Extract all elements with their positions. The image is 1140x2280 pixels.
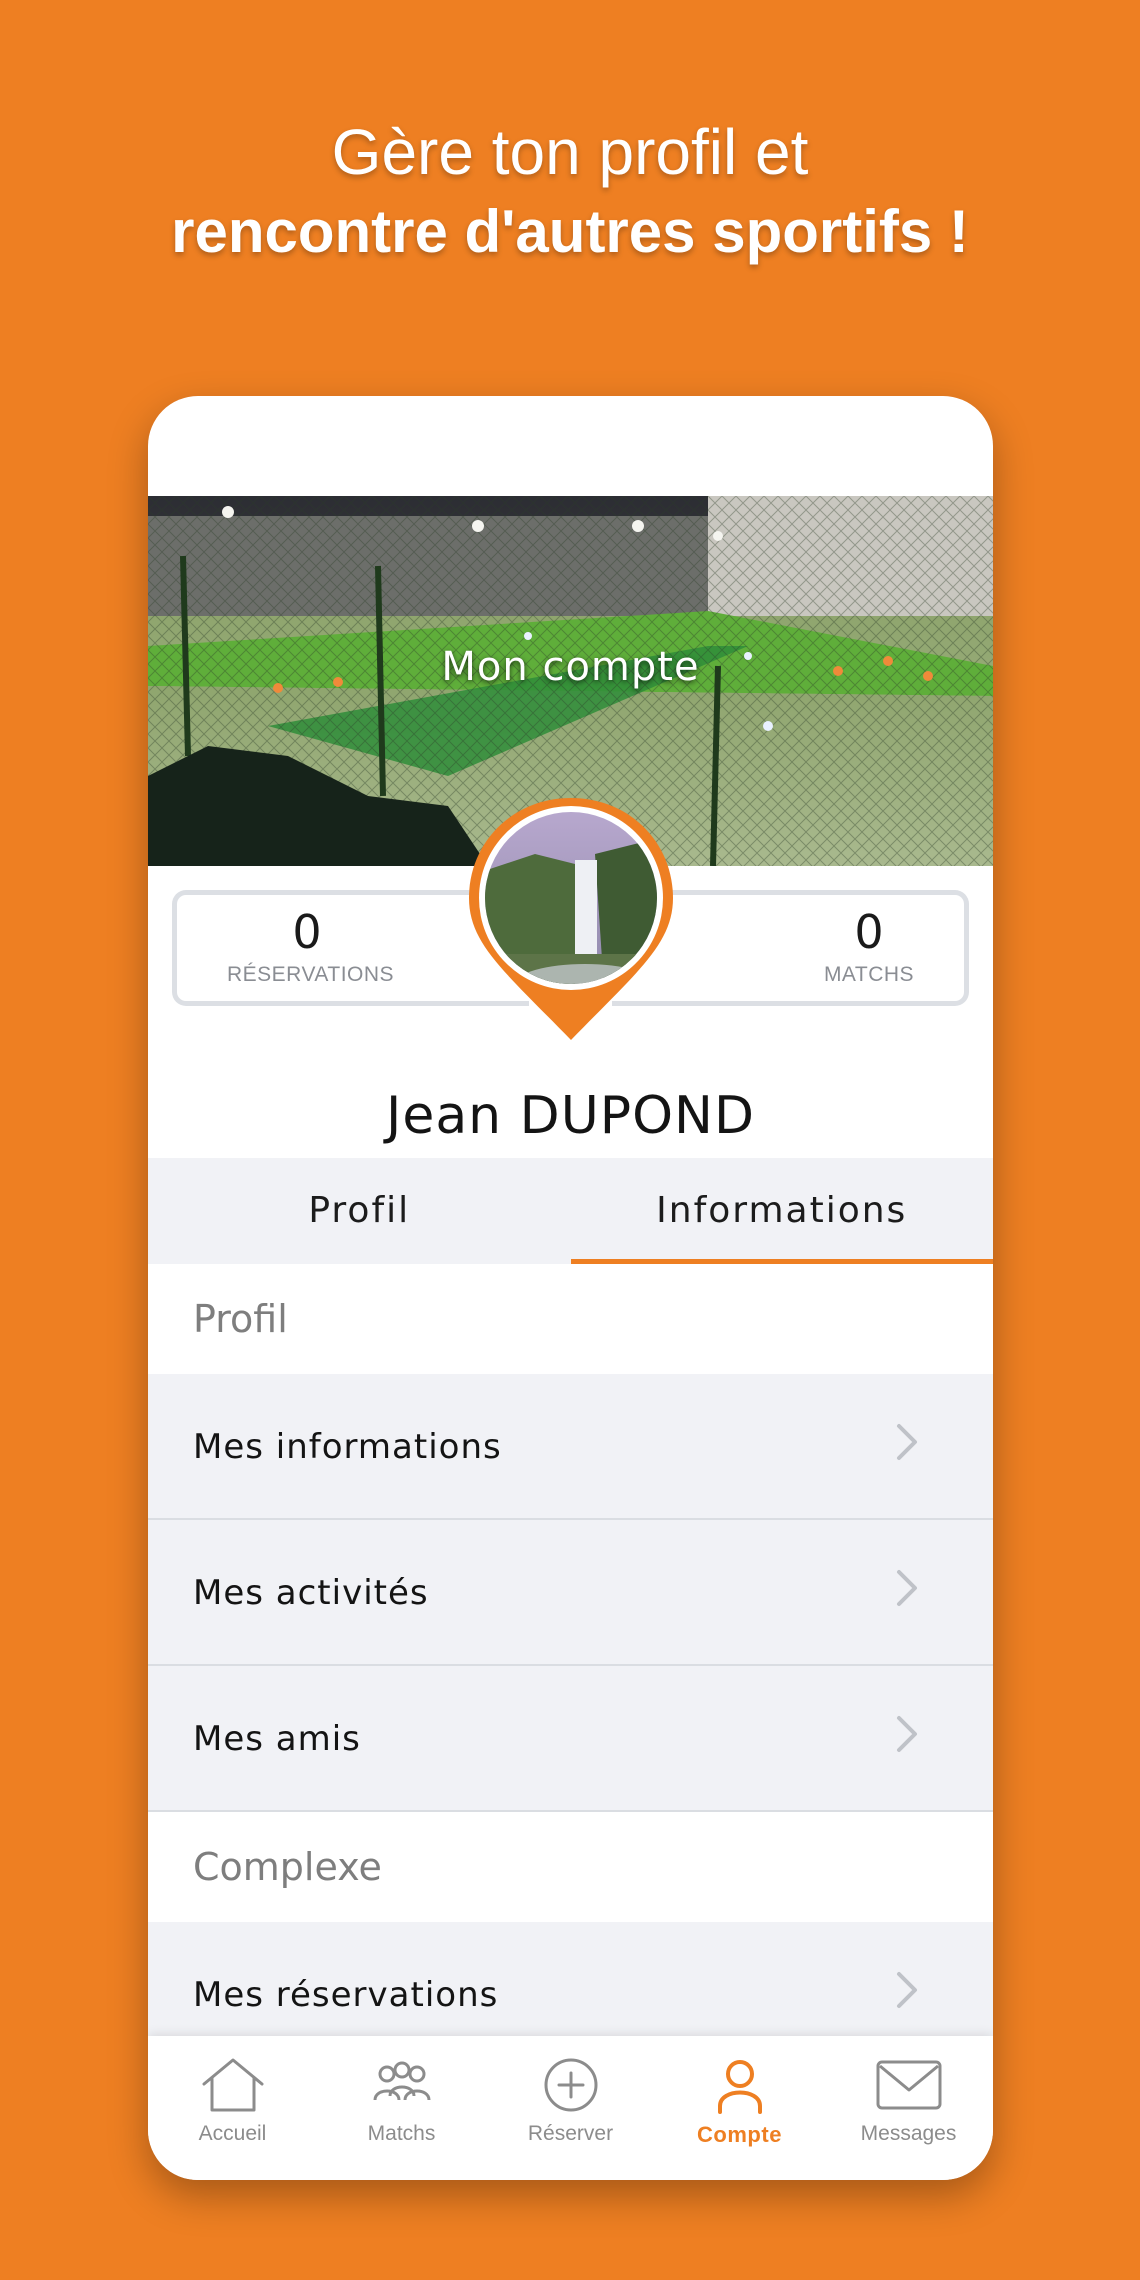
matchs-count: 0 — [854, 905, 884, 959]
tab-profil[interactable]: Profil — [148, 1158, 571, 1264]
nav-label: Messages — [860, 2122, 957, 2145]
bottom-navigation: Accueil Matchs Réserver Compte Messages — [148, 2036, 993, 2180]
matchs-label: MATCHS — [823, 963, 915, 986]
avatar[interactable] — [465, 794, 677, 1044]
phone-screen: Mon compte 0 RÉSERVATIONS 0 MATCHS Jean … — [148, 396, 993, 2180]
plus-circle-icon — [544, 2058, 597, 2112]
list-item-mes-activites[interactable]: Mes activités — [148, 1520, 993, 1666]
headline-line-1: Gère ton profil et — [331, 116, 809, 188]
nav-label: Matchs — [367, 2122, 436, 2145]
chevron-right-icon — [897, 1716, 917, 1752]
profile-tabs: Profil Informations — [148, 1158, 993, 1264]
tab-informations[interactable]: Informations — [570, 1158, 994, 1264]
chevron-right-icon — [897, 1424, 917, 1460]
promo-headline: Gère ton profil et rencontre d'autres sp… — [0, 112, 1140, 272]
nav-reserver[interactable]: Réserver — [486, 2036, 655, 2180]
chevron-right-icon — [897, 1570, 917, 1606]
nav-label: Accueil — [198, 2122, 267, 2145]
list-item-label: Mes amis — [193, 1719, 361, 1759]
nav-matchs[interactable]: Matchs — [317, 2036, 486, 2180]
envelope-icon — [876, 2060, 941, 2110]
page-title: Mon compte — [441, 644, 700, 690]
nav-label: Réserver — [527, 2122, 614, 2145]
reservations-label: RÉSERVATIONS — [227, 963, 395, 986]
section-header-profil: Profil — [148, 1264, 993, 1374]
home-icon — [202, 2058, 263, 2112]
reservations-count: 0 — [292, 905, 322, 959]
section-header-complexe: Complexe — [148, 1812, 993, 1922]
headline-line-2: rencontre d'autres sportifs ! — [171, 198, 969, 265]
user-full-name: Jean DUPOND — [148, 1086, 993, 1146]
nav-label: Compte — [697, 2122, 782, 2147]
user-last-name: DUPOND — [519, 1086, 755, 1146]
nav-compte[interactable]: Compte — [655, 2036, 824, 2180]
user-icon — [717, 2060, 762, 2114]
list-item-mes-informations[interactable]: Mes informations — [148, 1374, 993, 1520]
list-item-label: Mes informations — [193, 1427, 502, 1467]
nav-messages[interactable]: Messages — [824, 2036, 993, 2180]
list-item-mes-amis[interactable]: Mes amis — [148, 1666, 993, 1812]
players-icon — [373, 2061, 430, 2101]
chevron-right-icon — [897, 1972, 917, 2008]
list-item-label: Mes activités — [193, 1573, 429, 1613]
user-first-name: Jean — [385, 1086, 503, 1146]
nav-accueil[interactable]: Accueil — [148, 2036, 317, 2180]
